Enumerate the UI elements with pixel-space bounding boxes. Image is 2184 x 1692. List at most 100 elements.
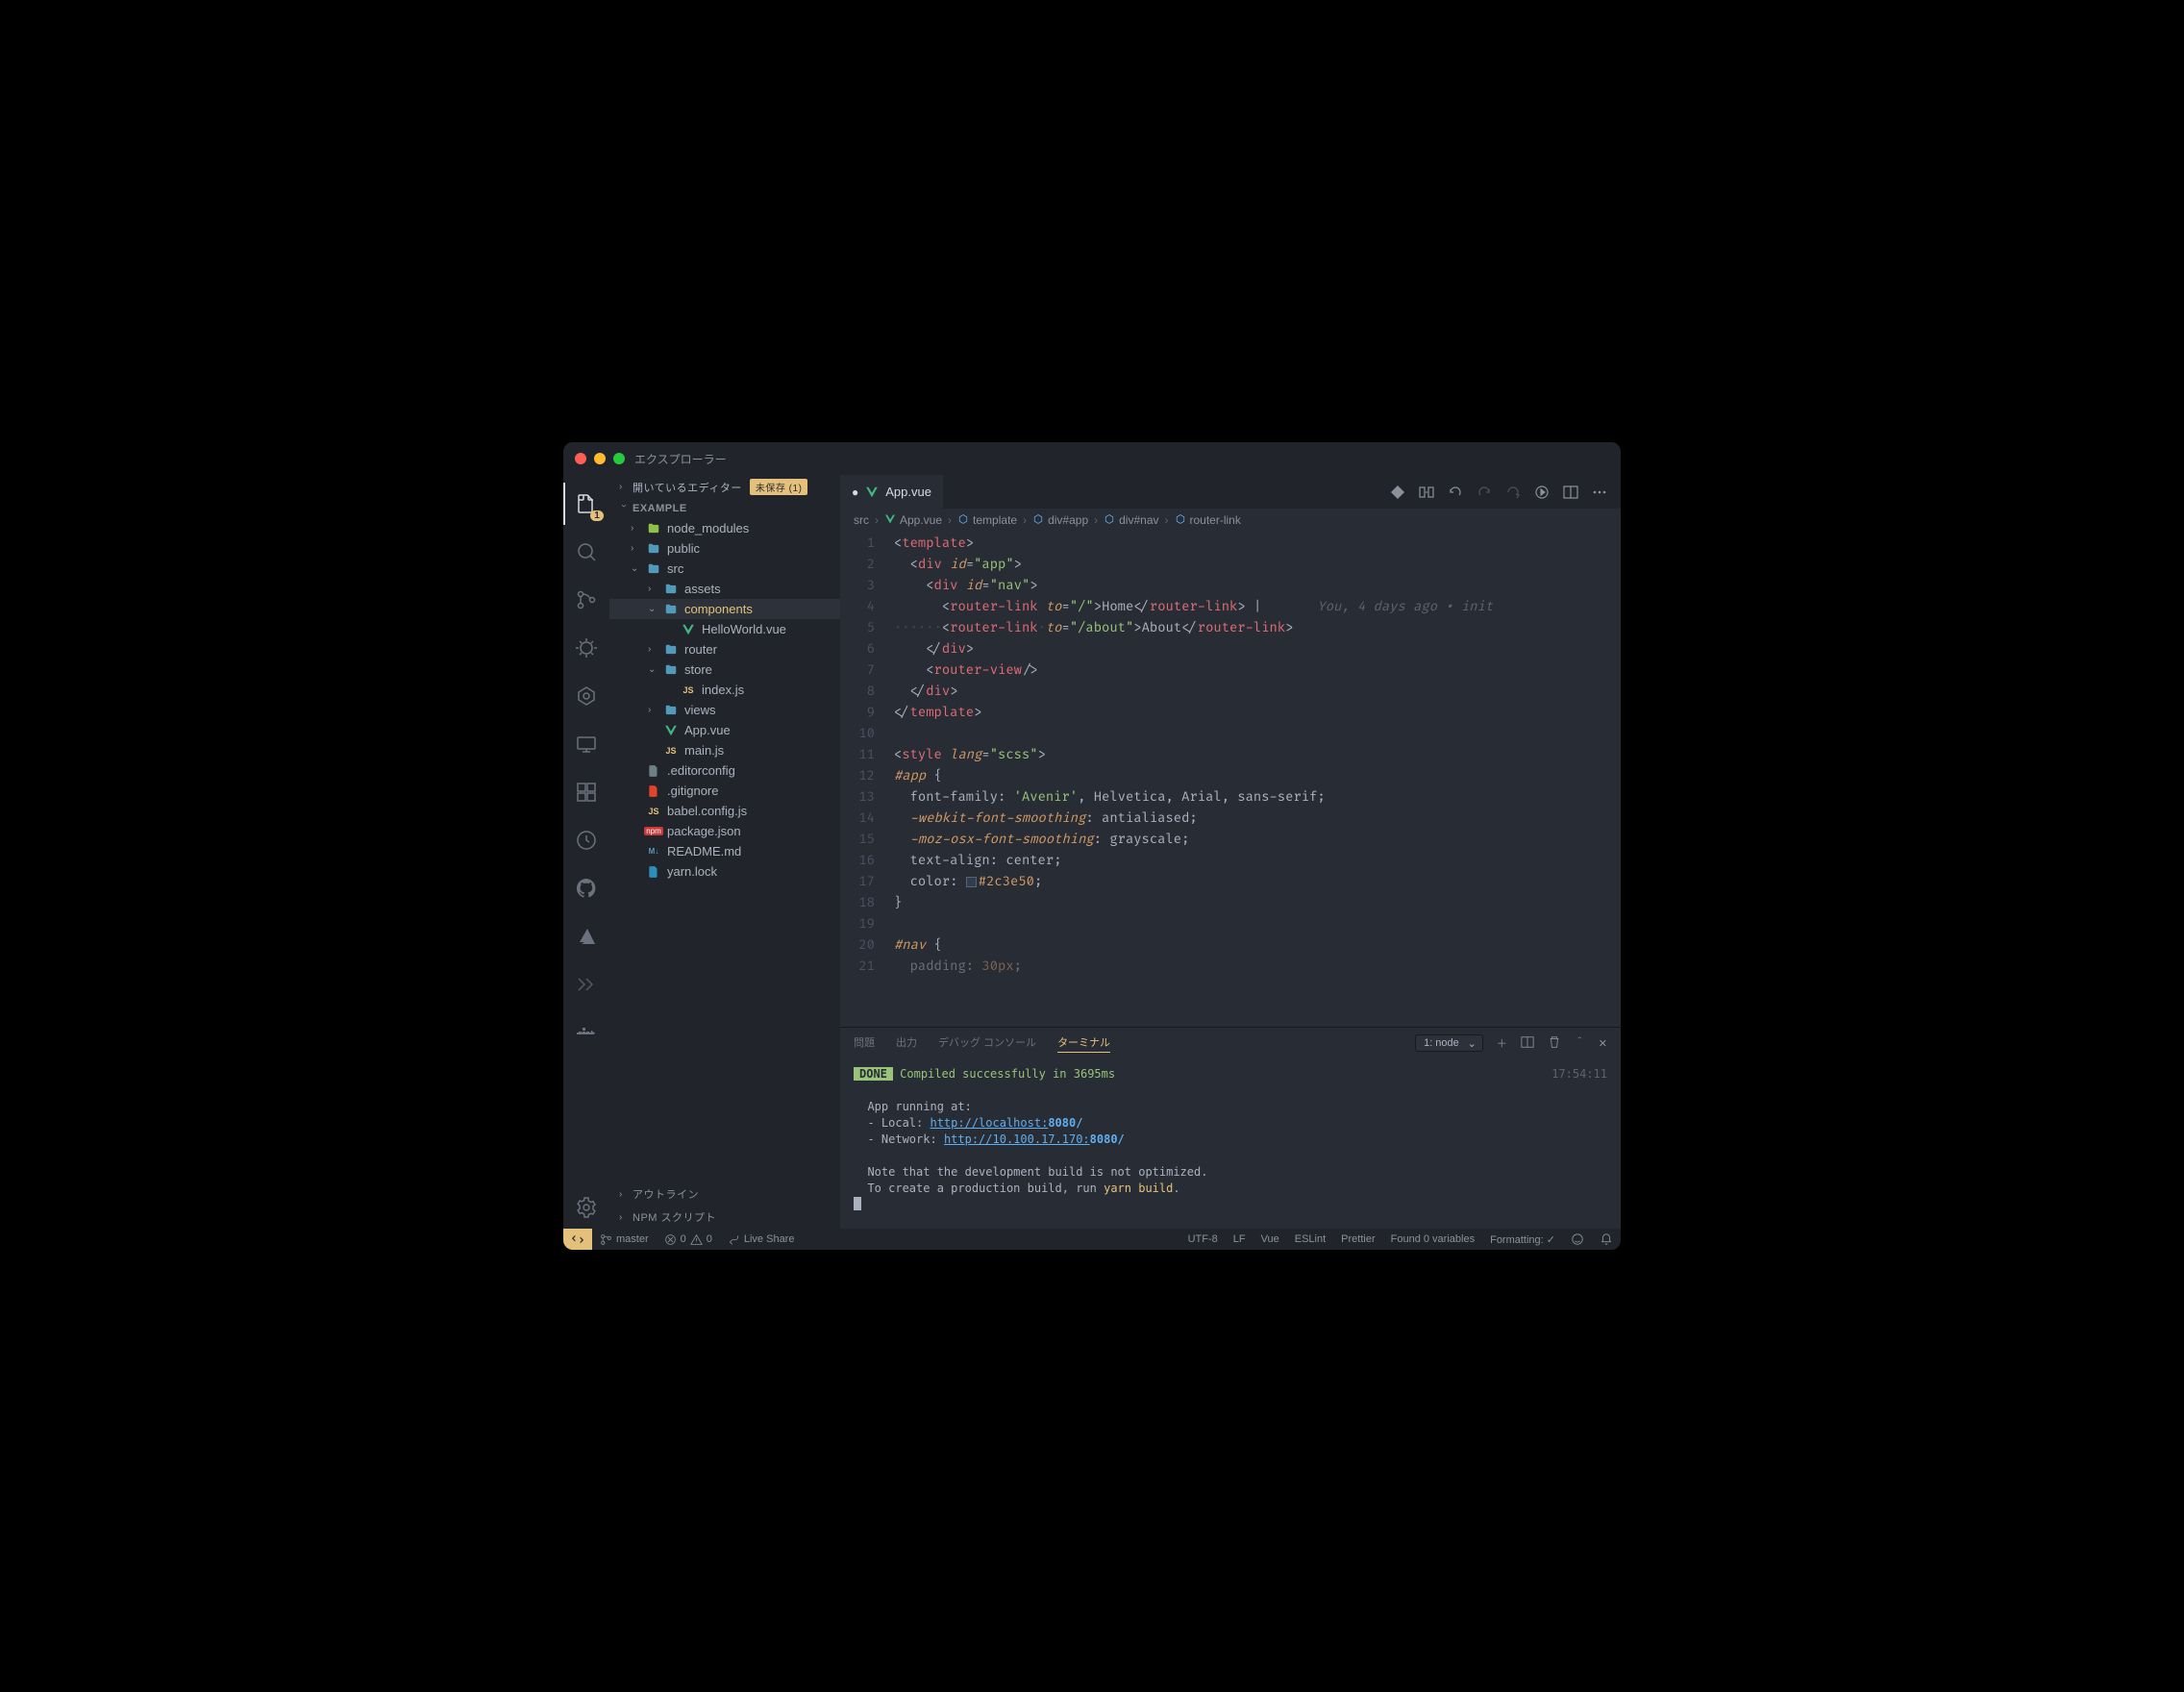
main-layout: 1 xyxy=(563,475,1621,1229)
status-problems[interactable]: 0 0 xyxy=(657,1229,720,1250)
tree-item[interactable]: HelloWorld.vue xyxy=(609,619,840,639)
maximize-window-button[interactable] xyxy=(613,453,625,464)
tree-item[interactable]: JS babel.config.js xyxy=(609,801,840,821)
block-icon xyxy=(1104,513,1115,528)
debug-icon[interactable] xyxy=(563,627,609,669)
tree-item-label: index.js xyxy=(702,683,744,697)
tree-item[interactable]: .editorconfig xyxy=(609,760,840,781)
extensions-icon[interactable] xyxy=(563,771,609,813)
tree-item[interactable]: App.vue xyxy=(609,720,840,740)
revert-icon[interactable] xyxy=(1448,485,1463,500)
prev-change-icon[interactable] xyxy=(1477,485,1492,500)
tree-item[interactable]: npmpackage.json xyxy=(609,821,840,841)
tree-item[interactable]: ⌄src xyxy=(609,559,840,579)
more-icon[interactable] xyxy=(1592,485,1607,500)
status-branch[interactable]: master xyxy=(592,1229,657,1250)
breadcrumbs[interactable]: src›App.vue›template›div#app›div#nav›rou… xyxy=(840,509,1621,532)
liveshare-icon[interactable] xyxy=(563,963,609,1006)
tree-item[interactable]: ›node_modules xyxy=(609,518,840,538)
tree-item[interactable]: ⌄store xyxy=(609,659,840,680)
clock-icon[interactable] xyxy=(563,819,609,861)
js-icon: JS xyxy=(646,807,661,816)
terminal-body[interactable]: DONE Compiled successfully in 3695ms17:5… xyxy=(840,1058,1621,1229)
breadcrumb-item[interactable]: App.vue xyxy=(884,513,942,528)
tabs-row: ● App.vue xyxy=(840,475,1621,509)
chevron-down-icon: › xyxy=(619,504,630,513)
chevron-icon: › xyxy=(648,644,658,655)
minimize-window-button[interactable] xyxy=(594,453,606,464)
panel-tab-debug[interactable]: デバッグ コンソール xyxy=(938,1034,1036,1053)
status-formatting[interactable]: Formatting: ✓ xyxy=(1482,1229,1563,1250)
status-feedback-icon[interactable] xyxy=(1563,1229,1592,1250)
split-terminal-icon[interactable] xyxy=(1521,1035,1534,1052)
run-icon[interactable] xyxy=(1534,485,1550,500)
close-window-button[interactable] xyxy=(575,453,586,464)
tree-item[interactable]: JSindex.js xyxy=(609,680,840,700)
tree-item[interactable]: JSmain.js xyxy=(609,740,840,760)
status-bell-icon[interactable] xyxy=(1592,1229,1621,1250)
kubernetes-icon[interactable] xyxy=(563,675,609,717)
split-editor-icon[interactable] xyxy=(1563,485,1578,500)
breadcrumb-item[interactable]: template xyxy=(957,513,1017,528)
breadcrumb-item[interactable]: div#nav xyxy=(1104,513,1158,528)
diamond-icon[interactable] xyxy=(1390,485,1405,500)
breadcrumb-item[interactable]: div#app xyxy=(1032,513,1088,528)
github-icon[interactable] xyxy=(563,867,609,909)
status-encoding[interactable]: UTF-8 xyxy=(1180,1229,1226,1250)
remote-explorer-icon[interactable] xyxy=(563,723,609,765)
tree-item[interactable]: .gitignore xyxy=(609,781,840,801)
tree-item[interactable]: yarn.lock xyxy=(609,861,840,882)
tree-item[interactable]: ›assets xyxy=(609,579,840,599)
azure-icon[interactable] xyxy=(563,915,609,958)
tree-item[interactable]: ›views xyxy=(609,700,840,720)
next-change-icon[interactable] xyxy=(1505,485,1521,500)
source-control-icon[interactable] xyxy=(563,579,609,621)
docker-icon[interactable] xyxy=(563,1011,609,1054)
trash-icon[interactable] xyxy=(1548,1035,1561,1052)
tree-item[interactable]: M↓README.md xyxy=(609,841,840,861)
tree-item-label: assets xyxy=(684,582,721,596)
explorer-badge: 1 xyxy=(590,510,604,521)
workspace-header[interactable]: › EXAMPLE xyxy=(609,499,840,518)
tab-app-vue[interactable]: ● App.vue xyxy=(840,475,943,509)
tree-item[interactable]: ›public xyxy=(609,538,840,559)
npm-scripts-header[interactable]: › NPM スクリプト xyxy=(609,1206,840,1229)
tree-item[interactable]: ›router xyxy=(609,639,840,659)
status-eol[interactable]: LF xyxy=(1226,1229,1253,1250)
terminal-select[interactable]: 1: node ⌄ xyxy=(1415,1034,1483,1052)
block-icon xyxy=(1032,513,1044,528)
code-editor[interactable]: 123456789101112131415161718192021 <templ… xyxy=(840,532,1621,1027)
new-terminal-icon[interactable]: ＋ xyxy=(1497,1035,1507,1051)
compare-icon[interactable] xyxy=(1419,485,1434,500)
activity-bar: 1 xyxy=(563,475,609,1229)
status-live-share[interactable]: Live Share xyxy=(720,1229,803,1250)
close-panel-icon[interactable]: ✕ xyxy=(1599,1037,1607,1050)
open-editors-label: 開いているエディター xyxy=(633,480,742,495)
block-icon xyxy=(957,513,969,528)
maximize-panel-icon[interactable]: ＾ xyxy=(1575,1035,1585,1051)
remote-indicator[interactable] xyxy=(563,1229,592,1250)
explorer-icon[interactable]: 1 xyxy=(563,483,609,525)
panel-tab-problems[interactable]: 問題 xyxy=(854,1034,875,1053)
tree-item-label: README.md xyxy=(667,844,741,858)
settings-gear-icon[interactable] xyxy=(563,1186,609,1229)
panel-tab-terminal[interactable]: ターミナル xyxy=(1057,1034,1110,1053)
tree-item-label: babel.config.js xyxy=(667,804,747,818)
panel-tab-output[interactable]: 出力 xyxy=(896,1034,917,1053)
status-prettier[interactable]: Prettier xyxy=(1333,1229,1382,1250)
tree-item[interactable]: ⌄components xyxy=(609,599,840,619)
breadcrumb-item[interactable]: router-link xyxy=(1175,513,1241,528)
tab-label: App.vue xyxy=(885,485,931,499)
open-editors-header[interactable]: › 開いているエディター 未保存 (1) xyxy=(609,475,840,499)
panel-title: エクスプローラー xyxy=(634,451,727,467)
terminal-cursor xyxy=(854,1197,861,1210)
vue-icon xyxy=(663,724,679,737)
status-language[interactable]: Vue xyxy=(1253,1229,1287,1250)
breadcrumb-item[interactable]: src xyxy=(854,513,869,527)
status-eslint[interactable]: ESLint xyxy=(1287,1229,1333,1250)
folder-icon xyxy=(663,704,679,717)
search-icon[interactable] xyxy=(563,531,609,573)
outline-header[interactable]: › アウトライン xyxy=(609,1182,840,1206)
folder-icon xyxy=(663,663,679,677)
status-variables[interactable]: Found 0 variables xyxy=(1383,1229,1482,1250)
